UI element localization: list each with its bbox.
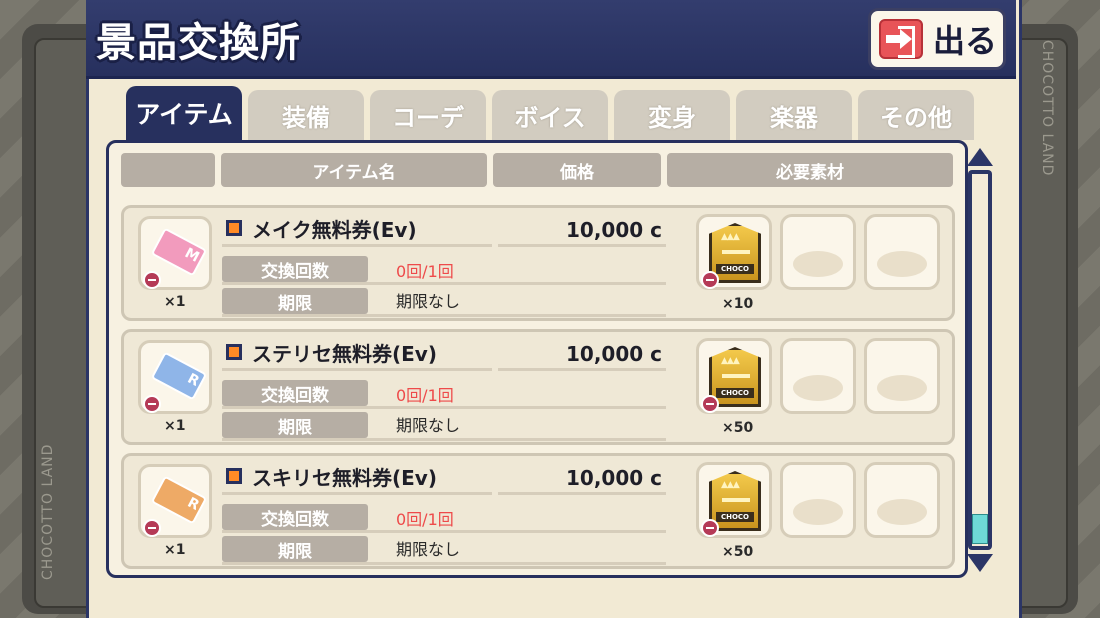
- divider: [222, 368, 492, 371]
- material-quantity: ×50: [722, 544, 754, 560]
- scroll-thumb[interactable]: [972, 514, 988, 544]
- item-icon: M: [138, 216, 212, 290]
- divider: [222, 314, 666, 317]
- page-title: 景品交換所: [96, 20, 301, 66]
- divider: [222, 438, 666, 441]
- expiry-label: 期限: [222, 288, 368, 314]
- scrollbar[interactable]: [966, 148, 994, 572]
- column-header-price: 価格: [493, 153, 661, 187]
- list-item[interactable]: R ×1 スキリセ無料券(Ev) 10,000 c 交換回数 0回/1回 期限 …: [121, 453, 955, 569]
- material-slot[interactable]: CHOCO: [696, 462, 772, 538]
- divider: [222, 282, 666, 285]
- material-quantity: ×10: [722, 296, 754, 312]
- exchange-count-label: 交換回数: [222, 380, 368, 406]
- tab-voice[interactable]: ボイス: [492, 90, 608, 140]
- expiry-value: 期限なし: [396, 540, 461, 559]
- material-slot-empty: [864, 214, 940, 290]
- material-slot-empty: [780, 214, 856, 290]
- exchange-count-value: 0回/1回: [396, 386, 454, 405]
- minus-icon: [143, 271, 161, 289]
- item-price: 10,000 c: [566, 218, 662, 242]
- exchange-count-label: 交換回数: [222, 256, 368, 282]
- material-slot-empty: [780, 338, 856, 414]
- minus-icon: [143, 395, 161, 413]
- list-item[interactable]: M ×1 メイク無料券(Ev) 10,000 c 交換回数 0回/1回 期限 期…: [121, 205, 955, 321]
- exchange-count-value: 0回/1回: [396, 510, 454, 529]
- expiry-label: 期限: [222, 536, 368, 562]
- side-logo-text-left: CHOCOTTO LAND: [40, 443, 56, 580]
- item-icon: R: [138, 464, 212, 538]
- scroll-up-arrow-icon[interactable]: [967, 148, 993, 166]
- ticket-letter: R: [184, 370, 202, 390]
- material-slot-empty: [780, 462, 856, 538]
- exit-button-label: 出る: [933, 22, 998, 60]
- material-slot[interactable]: CHOCO: [696, 338, 772, 414]
- minus-icon: [701, 271, 719, 289]
- divider: [222, 244, 492, 247]
- category-tabs: アイテム 装備 コーデ ボイス 変身 楽器 その他: [126, 86, 974, 140]
- column-header: アイテム名 価格 必要素材: [121, 153, 953, 189]
- item-quantity: ×1: [164, 418, 186, 434]
- minus-icon: [701, 395, 719, 413]
- material-code-text: CHOCO: [716, 388, 754, 398]
- material-slot[interactable]: CHOCO: [696, 214, 772, 290]
- item-bullet-icon: [226, 468, 242, 484]
- item-quantity: ×1: [164, 542, 186, 558]
- tab-transform[interactable]: 変身: [614, 90, 730, 140]
- item-icon: R: [138, 340, 212, 414]
- divider: [498, 244, 666, 247]
- exit-button[interactable]: 出る: [868, 8, 1006, 70]
- material-code-text: CHOCO: [716, 264, 754, 274]
- item-price: 10,000 c: [566, 342, 662, 366]
- material-quantity: ×50: [722, 420, 754, 436]
- column-header-materials: 必要素材: [667, 153, 953, 187]
- item-name: ステリセ無料券(Ev): [252, 342, 437, 366]
- divider: [498, 492, 666, 495]
- column-header-item-name: アイテム名: [221, 153, 487, 187]
- column-header-blank: [121, 153, 215, 187]
- ticket-letter: R: [184, 494, 202, 514]
- divider: [222, 530, 666, 533]
- minus-icon: [143, 519, 161, 537]
- item-price: 10,000 c: [566, 466, 662, 490]
- divider: [222, 406, 666, 409]
- item-list[interactable]: アイテム名 価格 必要素材 M ×1 メイク無料券(Ev) 10,000 c 交…: [106, 140, 968, 578]
- divider: [498, 368, 666, 371]
- divider: [222, 562, 666, 565]
- exchange-count-value: 0回/1回: [396, 262, 454, 281]
- exchange-count-label: 交換回数: [222, 504, 368, 530]
- material-slot-empty: [864, 462, 940, 538]
- scroll-down-arrow-icon[interactable]: [967, 554, 993, 572]
- item-bullet-icon: [226, 220, 242, 236]
- item-name: スキリセ無料券(Ev): [252, 466, 437, 490]
- expiry-value: 期限なし: [396, 292, 461, 311]
- ticket-icon: R: [150, 475, 208, 525]
- ticket-icon: M: [150, 227, 208, 277]
- item-bullet-icon: [226, 344, 242, 360]
- tab-equipment[interactable]: 装備: [248, 90, 364, 140]
- tab-other[interactable]: その他: [858, 90, 974, 140]
- item-quantity: ×1: [164, 294, 186, 310]
- ticket-letter: M: [182, 245, 202, 266]
- tab-coordinate[interactable]: コーデ: [370, 90, 486, 140]
- exit-door-icon: [879, 19, 923, 59]
- item-name: メイク無料券(Ev): [252, 218, 417, 242]
- minus-icon: [701, 519, 719, 537]
- material-code-text: CHOCO: [716, 512, 754, 522]
- tab-instrument[interactable]: 楽器: [736, 90, 852, 140]
- list-item[interactable]: R ×1 ステリセ無料券(Ev) 10,000 c 交換回数 0回/1回 期限 …: [121, 329, 955, 445]
- ticket-icon: R: [150, 351, 208, 401]
- expiry-label: 期限: [222, 412, 368, 438]
- divider: [222, 492, 492, 495]
- side-logo-text-right: CHOCOTTO LAND: [1039, 40, 1055, 177]
- tab-item[interactable]: アイテム: [126, 86, 242, 140]
- scroll-track-inner: [972, 174, 988, 546]
- material-slot-empty: [864, 338, 940, 414]
- expiry-value: 期限なし: [396, 416, 461, 435]
